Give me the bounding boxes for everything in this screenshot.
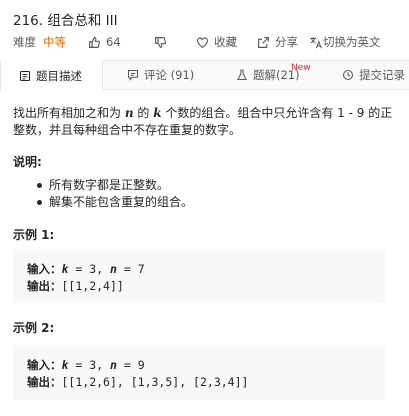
difficulty-value: 中等 xyxy=(43,35,66,49)
tab-bar: 题目描述 评论 (91) 题解(21) 提交记录 xyxy=(0,60,409,91)
notes-heading: 说明: xyxy=(13,155,42,169)
flask-icon xyxy=(236,69,253,81)
difficulty-label: 难度 xyxy=(13,35,36,49)
tab-description-label: 题目描述 xyxy=(36,68,82,83)
like-count: 64 xyxy=(106,35,121,49)
problem-meta-bar: 难度 中等 64 收藏 分享 切换为英文 xyxy=(13,34,409,50)
example-1-heading: 示例 1: xyxy=(13,228,55,242)
var-n: n xyxy=(124,106,134,120)
tab-comments[interactable]: 评论 (91) xyxy=(127,60,194,90)
favorite-label: 收藏 xyxy=(214,35,237,49)
language-label: 切换为英文 xyxy=(323,35,381,49)
dislike-button[interactable] xyxy=(154,34,167,50)
favorite-button[interactable]: 收藏 xyxy=(196,34,237,50)
problem-title: 216. 组合总和 III xyxy=(13,13,118,29)
comment-icon xyxy=(127,69,144,81)
tab-description[interactable]: 题目描述 xyxy=(0,60,103,91)
tab-submissions[interactable]: 提交记录 xyxy=(342,60,405,90)
like-button[interactable]: 64 xyxy=(88,34,121,50)
list-item: 解集不能包含重复的组合。 xyxy=(37,194,193,211)
example-2-input: 输入：k = 3, n = 9 xyxy=(27,358,145,372)
share-button[interactable]: 分享 xyxy=(257,34,298,50)
example-2-code: 输入：k = 3, n = 9 输出：[[1,2,6], [1,3,5], [2… xyxy=(13,345,385,400)
tab-comments-label: 评论 (91) xyxy=(144,68,195,82)
history-icon xyxy=(342,69,359,81)
tab-submissions-label: 提交记录 xyxy=(359,68,405,82)
example-1-code: 输入：k = 3, n = 7 输出：[[1,2,4]] xyxy=(13,249,385,303)
heart-icon xyxy=(196,36,209,49)
problem-description: 找出所有相加之和为 n 的 k 个数的组合。组合中只允许含有 1 - 9 的正整… xyxy=(13,106,393,137)
switch-language-button[interactable]: 切换为英文 xyxy=(309,34,381,50)
thumbs-down-icon xyxy=(154,36,167,49)
document-icon xyxy=(19,70,36,82)
thumbs-up-icon xyxy=(88,36,101,49)
list-item: 所有数字都是正整数。 xyxy=(37,177,193,194)
example-2-heading: 示例 2: xyxy=(13,321,55,335)
example-2-output: 输出：[[1,2,6], [1,3,5], [2,3,4]] xyxy=(27,375,249,389)
share-label: 分享 xyxy=(275,35,298,49)
example-1-input: 输入：k = 3, n = 7 xyxy=(27,262,145,276)
new-badge: New xyxy=(291,63,311,73)
translate-icon xyxy=(309,36,323,49)
example-1-output: 输出：[[1,2,4]] xyxy=(27,279,124,293)
share-icon xyxy=(257,36,270,49)
notes-list: 所有数字都是正整数。 解集不能包含重复的组合。 xyxy=(37,177,193,211)
var-k: k xyxy=(153,106,162,120)
